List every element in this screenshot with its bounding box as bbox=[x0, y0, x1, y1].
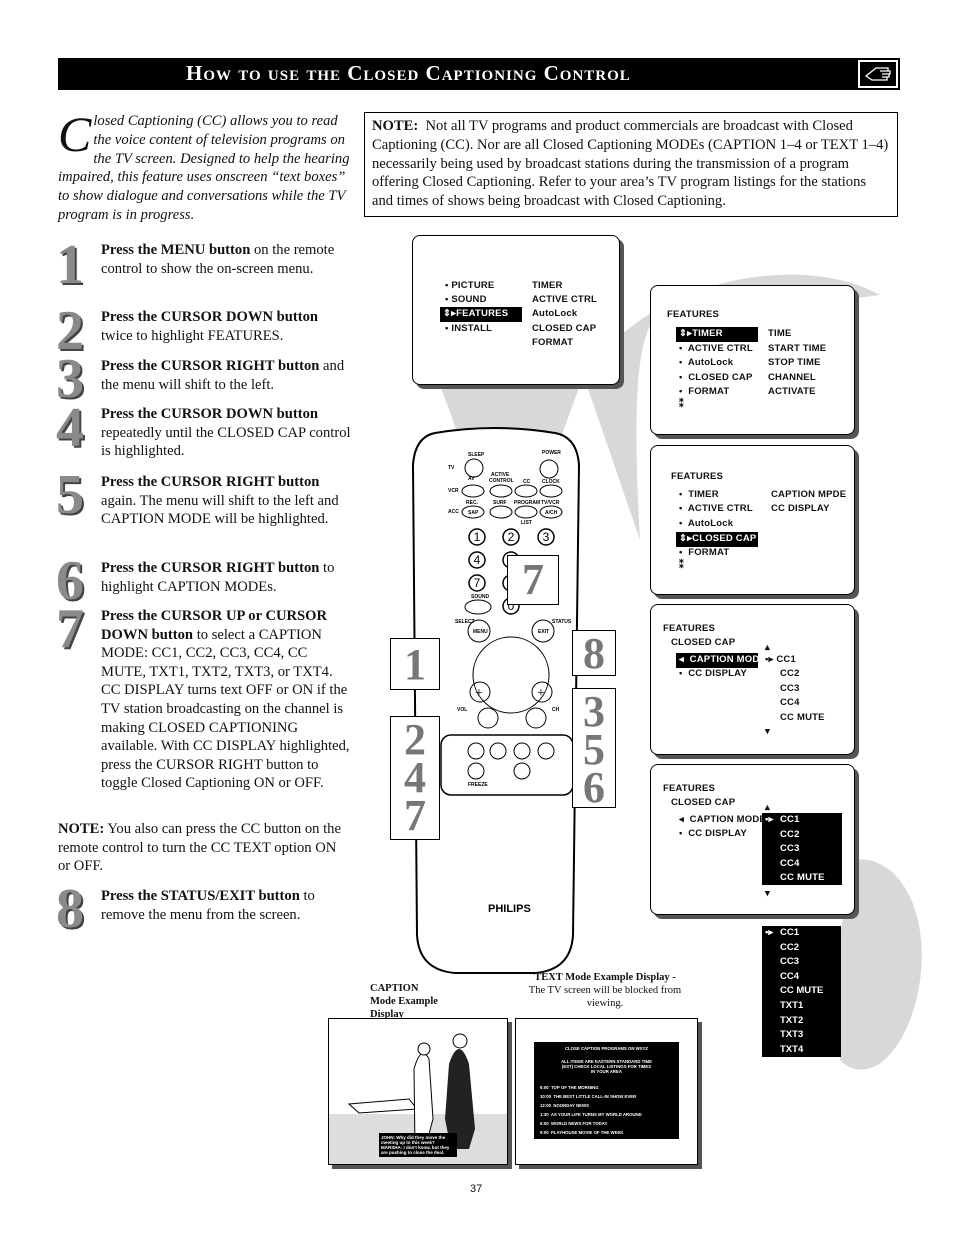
svg-text:SLEEP: SLEEP bbox=[468, 452, 485, 458]
svg-text:VCR: VCR bbox=[448, 488, 459, 494]
submenu-item: TIMER bbox=[532, 280, 563, 291]
step-8: Press the STATUS/EXIT button to remove t… bbox=[101, 888, 315, 923]
svg-text:ACC: ACC bbox=[448, 509, 459, 515]
svg-text:CH: CH bbox=[552, 707, 560, 713]
svg-text:POWER: POWER bbox=[542, 450, 561, 456]
submenu-item: CLOSED CAP bbox=[532, 323, 597, 334]
caption-mode-list-screen: FEATURES CLOSED CAP ◂ CAPTION MODE • CC … bbox=[650, 764, 855, 915]
svg-text:2: 2 bbox=[508, 530, 515, 544]
svg-text:FREEZE: FREEZE bbox=[468, 782, 488, 788]
note-label: NOTE: bbox=[372, 118, 419, 134]
page-title: How to use the Closed Captioning Control bbox=[186, 61, 631, 85]
callout-step-8: 8 bbox=[572, 630, 616, 677]
pointing-hand-icon bbox=[858, 60, 898, 88]
main-menu-screen: • PICTURE • SOUND ⇕▸FEATURES • INSTALL T… bbox=[412, 235, 620, 385]
svg-text:VOL: VOL bbox=[457, 707, 467, 713]
section-header: How to use the Closed Captioning Control bbox=[58, 58, 900, 90]
callout-steps-3-5-6: 3 5 6 bbox=[572, 688, 616, 810]
step-3: Press the CURSOR RIGHT button and the me… bbox=[101, 358, 345, 393]
svg-text:+: + bbox=[475, 686, 483, 701]
step-4: Press the CURSOR DOWN button repeatedly … bbox=[101, 406, 351, 460]
svg-text:4: 4 bbox=[474, 553, 481, 567]
svg-text:A/CH: A/CH bbox=[545, 510, 558, 516]
svg-text:SURF: SURF bbox=[493, 500, 507, 506]
page-number: 37 bbox=[470, 1183, 483, 1195]
submenu-item: AutoLock bbox=[532, 308, 578, 319]
step-5: Press the CURSOR RIGHT button again. The… bbox=[101, 474, 339, 528]
svg-text:EXIT: EXIT bbox=[538, 629, 549, 635]
svg-text:SOUND: SOUND bbox=[471, 594, 489, 600]
svg-text:PROGRAM: PROGRAM bbox=[514, 500, 540, 506]
svg-text:REC.: REC. bbox=[466, 500, 479, 506]
features-closed-cap-screen: FEATURES • TIMER • ACTIVE CTRL • AutoLoc… bbox=[650, 445, 855, 595]
intro-text: losed Captioning (CC) allows you to read… bbox=[58, 113, 350, 223]
svg-text:LIST: LIST bbox=[521, 520, 532, 526]
caption-example-label: CAPTION Mode Example Display bbox=[370, 983, 438, 1020]
svg-text:AV: AV bbox=[468, 476, 475, 482]
svg-text:1: 1 bbox=[474, 530, 481, 544]
svg-text:SELECT: SELECT bbox=[455, 619, 475, 625]
step-number: 8 bbox=[56, 878, 84, 940]
step-number: 5 bbox=[56, 464, 84, 526]
intro-paragraph: Closed Captioning (CC) allows you to rea… bbox=[58, 106, 352, 225]
submenu-item: ACTIVE CTRL bbox=[532, 294, 598, 305]
caption-text-box: JOHN: Why did they move the meeting up t… bbox=[379, 1133, 457, 1157]
step-number: 4 bbox=[56, 397, 84, 459]
note-box: NOTE: Not all TV programs and product co… bbox=[364, 112, 898, 217]
svg-text:CC: CC bbox=[523, 479, 531, 485]
callout-steps-2-4-7: 2 4 7 bbox=[390, 716, 440, 840]
menu-title: FEATURES bbox=[667, 309, 720, 320]
callout-step-1: 1 bbox=[390, 638, 440, 690]
callout-step-7: 7 bbox=[507, 555, 559, 605]
menu-item: • INSTALL bbox=[445, 323, 493, 334]
svg-text:7: 7 bbox=[474, 576, 481, 590]
svg-text:3: 3 bbox=[543, 530, 550, 544]
menu-item: • PICTURE bbox=[445, 280, 495, 291]
step-number: 7 bbox=[56, 598, 84, 660]
svg-text:PHILIPS: PHILIPS bbox=[488, 903, 531, 915]
menu-item-selected: ⇕▸CLOSED CAP bbox=[676, 532, 758, 547]
step-7: Press the CURSOR UP or CURSOR DOWN butto… bbox=[101, 608, 350, 792]
drop-cap: C bbox=[58, 106, 92, 162]
text-mode-example-image: CLOSE CAPTION PROGRAMS ON WXYZ ALL ITEMS… bbox=[515, 1018, 698, 1165]
step-1: Press the MENU button on the remote cont… bbox=[101, 242, 335, 277]
svg-text:CONTROL: CONTROL bbox=[489, 478, 514, 484]
step-2: Press the CURSOR DOWN button twice to hi… bbox=[101, 309, 319, 344]
svg-text:+: + bbox=[537, 686, 545, 701]
svg-text:SAP: SAP bbox=[468, 510, 479, 516]
svg-text:TV: TV bbox=[448, 465, 455, 471]
svg-text:MENU: MENU bbox=[473, 629, 488, 635]
svg-text:TV/VCR: TV/VCR bbox=[541, 500, 560, 506]
menu-item: • SOUND bbox=[445, 294, 487, 305]
menu-item-selected: ⇕▸TIMER bbox=[676, 327, 758, 342]
note-text: Not all TV programs and product commerci… bbox=[372, 118, 889, 210]
caption-mode-list: •▸ CC1 CC2 CC3 CC4 CC MUTE bbox=[762, 813, 842, 885]
svg-text:CLOCK: CLOCK bbox=[542, 479, 560, 485]
features-menu-screen: FEATURES ⇕▸TIMER • ACTIVE CTRL • AutoLoc… bbox=[650, 285, 855, 435]
caption-mode-screen: FEATURES CLOSED CAP ◂ CAPTION MODE • CC … bbox=[650, 604, 855, 755]
submenu-item: FORMAT bbox=[532, 337, 574, 348]
step-number: 1 bbox=[56, 234, 84, 296]
caption-mode-example-image: JOHN: Why did they move the meeting up t… bbox=[328, 1018, 508, 1165]
menu-item-selected: ⇕▸FEATURES bbox=[440, 307, 522, 322]
text-mode-screen: CLOSE CAPTION PROGRAMS ON WXYZ ALL ITEMS… bbox=[534, 1042, 679, 1139]
full-caption-mode-list: •▸ CC1 CC2 CC3 CC4 CC MUTE TXT1 TXT2 TXT3 TXT4 bbox=[762, 926, 841, 1057]
note-cc-button: NOTE: You also can press the CC button o… bbox=[58, 821, 341, 875]
text-example-label: TEXT Mode Example Display - The TV screen… bbox=[528, 972, 682, 1009]
step-6: Press the CURSOR RIGHT button to highlig… bbox=[101, 560, 335, 595]
svg-text:STATUS: STATUS bbox=[552, 619, 572, 625]
